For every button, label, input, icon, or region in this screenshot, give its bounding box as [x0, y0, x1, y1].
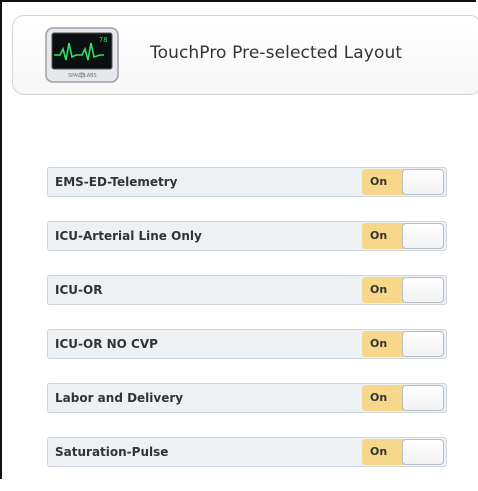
- layout-label: Labor and Delivery: [55, 391, 184, 405]
- monitor-readout: 78: [99, 36, 107, 44]
- toggle-on-state: On: [362, 277, 404, 303]
- layout-label: ICU-Arterial Line Only: [55, 229, 202, 243]
- toggle-ems-ed-telemetry[interactable]: On: [362, 169, 444, 195]
- layout-label: EMS-ED-Telemetry: [55, 175, 178, 189]
- layout-label: Saturation-Pulse: [55, 445, 169, 459]
- toggle-on-label: On: [370, 229, 388, 242]
- toggle-on-label: On: [370, 337, 388, 350]
- toggle-labor-and-delivery[interactable]: On: [362, 385, 444, 411]
- toggle-on-label: On: [370, 391, 388, 404]
- toggle-on-state: On: [362, 439, 404, 465]
- toggle-knob[interactable]: [402, 331, 444, 357]
- toggle-knob[interactable]: [402, 169, 444, 195]
- toggle-knob[interactable]: [402, 439, 444, 465]
- toggle-knob[interactable]: [402, 277, 444, 303]
- layout-list: EMS-ED-Telemetry On ICU-Arterial Line On…: [47, 167, 447, 491]
- layout-row-icu-or-no-cvp: ICU-OR NO CVP On: [47, 329, 447, 359]
- layout-row-labor-and-delivery: Labor and Delivery On: [47, 383, 447, 413]
- page-title: TouchPro Pre-selected Layout: [150, 43, 403, 63]
- toggle-on-label: On: [370, 175, 388, 188]
- toggle-on-state: On: [362, 385, 404, 411]
- toggle-knob[interactable]: [402, 223, 444, 249]
- patient-monitor-icon: 78 SPACELABS: [45, 27, 119, 83]
- toggle-icu-or[interactable]: On: [362, 277, 444, 303]
- layout-row-icu-arterial-line-only: ICU-Arterial Line Only On: [47, 221, 447, 251]
- toggle-on-label: On: [370, 445, 388, 458]
- layout-row-icu-or: ICU-OR On: [47, 275, 447, 305]
- layout-label: ICU-OR: [55, 283, 103, 297]
- toggle-on-state: On: [362, 223, 404, 249]
- layout-label: ICU-OR NO CVP: [55, 337, 158, 351]
- toggle-icu-arterial-line-only[interactable]: On: [362, 223, 444, 249]
- toggle-icu-or-no-cvp[interactable]: On: [362, 331, 444, 357]
- toggle-on-label: On: [370, 283, 388, 296]
- layout-row-saturation-pulse: Saturation-Pulse On: [47, 437, 447, 467]
- toggle-saturation-pulse[interactable]: On: [362, 439, 444, 465]
- monitor-brand: SPACELABS: [68, 73, 97, 79]
- toggle-knob[interactable]: [402, 385, 444, 411]
- layout-row-ems-ed-telemetry: EMS-ED-Telemetry On: [47, 167, 447, 197]
- toggle-on-state: On: [362, 169, 404, 195]
- toggle-on-state: On: [362, 331, 404, 357]
